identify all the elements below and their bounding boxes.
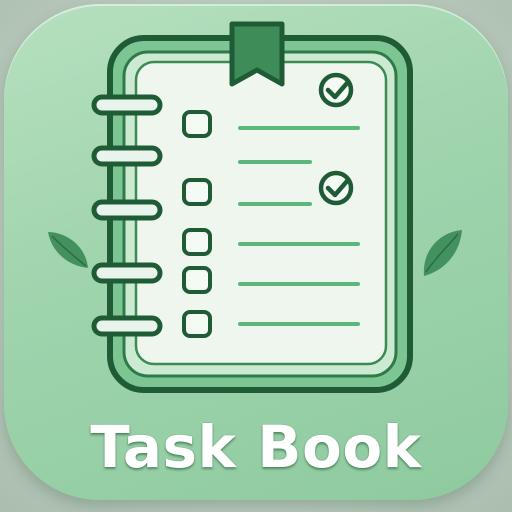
spiral-ring bbox=[91, 315, 163, 337]
checkbox[interactable] bbox=[182, 310, 212, 338]
spiral-ring bbox=[91, 94, 163, 116]
app-icon-canvas: Task Book bbox=[0, 0, 512, 512]
checkbox[interactable] bbox=[182, 228, 212, 256]
leaf-icon bbox=[48, 232, 88, 268]
spiral-ring bbox=[91, 199, 163, 221]
checkbox[interactable] bbox=[182, 110, 212, 138]
checkbox[interactable] bbox=[182, 266, 212, 294]
check-circle-icon bbox=[318, 72, 354, 108]
checkbox[interactable] bbox=[182, 178, 212, 206]
spiral-ring bbox=[91, 262, 163, 284]
leaf-icon bbox=[423, 230, 462, 276]
spiral-ring bbox=[91, 145, 163, 167]
check-circle-icon bbox=[318, 170, 354, 206]
app-name: Task Book bbox=[90, 413, 422, 481]
